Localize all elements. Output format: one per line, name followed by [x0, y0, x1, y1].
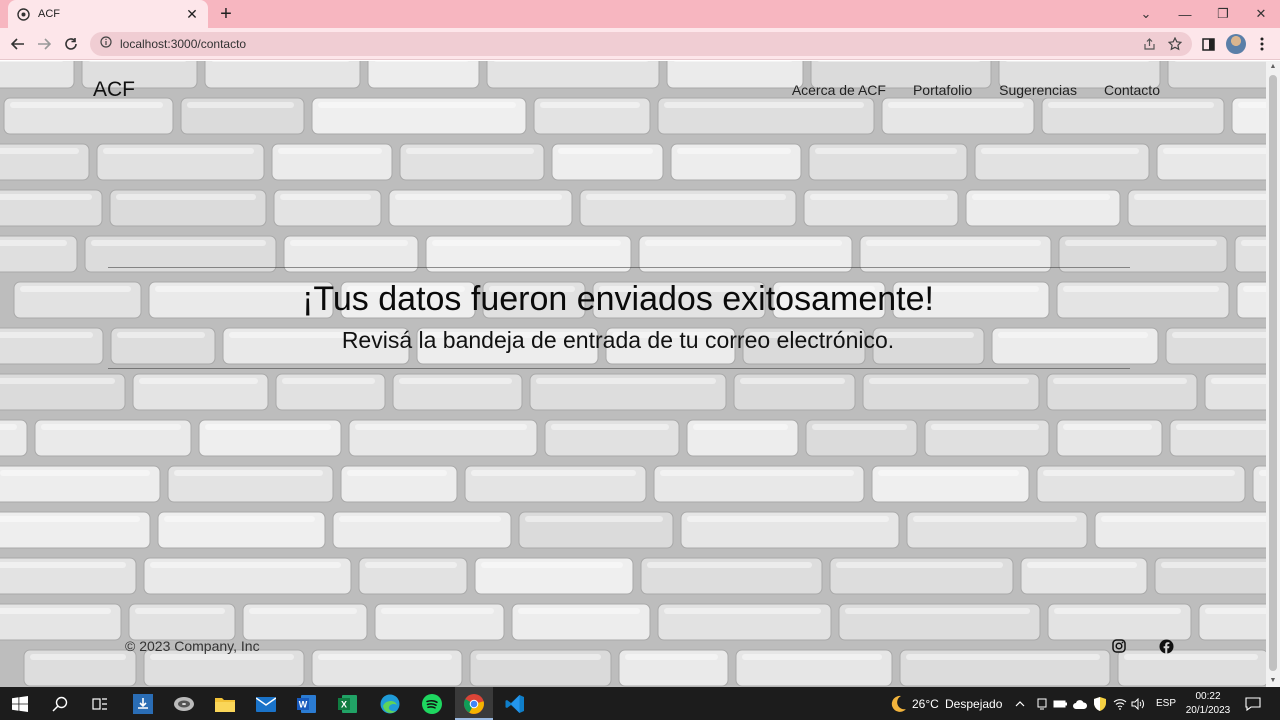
browser-tab[interactable]: ACF ✕ — [8, 0, 208, 28]
browser-menu-icon[interactable] — [1251, 32, 1273, 56]
nav-link-contacto[interactable]: Contacto — [1104, 82, 1160, 98]
search-icon[interactable] — [47, 691, 73, 717]
vscode-icon[interactable] — [502, 691, 528, 717]
brand-logo-text[interactable]: ACF — [93, 78, 135, 102]
profile-avatar[interactable] — [1226, 34, 1246, 54]
site-navbar: ACF Acerca de ACF Portafolio Sugerencias… — [0, 61, 1266, 117]
bookmark-star-icon[interactable] — [1164, 32, 1186, 56]
disk-app-icon[interactable] — [171, 691, 197, 717]
close-window-button[interactable]: ✕ — [1242, 0, 1280, 28]
file-transfer-app-icon[interactable] — [130, 691, 156, 717]
weather-temperature[interactable]: 26°C — [912, 697, 939, 711]
scroll-down-arrow-icon[interactable]: ▼ — [1266, 675, 1280, 687]
weather-moon-icon[interactable] — [885, 691, 911, 717]
scroll-up-arrow-icon[interactable]: ▲ — [1266, 61, 1280, 73]
spotify-icon[interactable] — [419, 691, 445, 717]
success-headline: ¡Tus datos fueron enviados exitosamente! — [302, 280, 934, 318]
tab-favicon-icon — [16, 7, 30, 21]
clock-time: 00:22 — [1195, 691, 1221, 702]
notifications-icon[interactable] — [1240, 691, 1266, 717]
back-button[interactable] — [6, 32, 30, 56]
page-scrollbar[interactable]: ▲ ▼ — [1266, 61, 1280, 687]
nav-link-acerca[interactable]: Acerca de ACF — [792, 82, 886, 98]
url-text: localhost:3000/contacto — [120, 37, 247, 51]
weather-description[interactable]: Despejado — [945, 697, 1002, 711]
windows-taskbar: W X 26°C Despejado ESP 00:22 20/1/2023 — [0, 687, 1280, 720]
success-subline: Revisá la bandeja de entrada de tu corre… — [341, 327, 895, 353]
forward-button[interactable] — [32, 32, 56, 56]
svg-text:X: X — [341, 700, 347, 710]
task-view-icon[interactable] — [87, 691, 113, 717]
mail-icon[interactable] — [253, 691, 279, 717]
tab-title: ACF — [38, 8, 60, 20]
browser-tab-strip: ACF ✕ + ⌄ — ❐ ✕ — [0, 0, 1280, 28]
clock-date: 20/1/2023 — [1185, 705, 1231, 716]
site-info-icon[interactable] — [100, 35, 112, 53]
svg-text:W: W — [299, 700, 308, 710]
instagram-icon[interactable] — [1110, 637, 1128, 655]
share-icon[interactable] — [1138, 32, 1160, 56]
windows-start-icon[interactable] — [7, 691, 33, 717]
tab-close-button[interactable]: ✕ — [184, 6, 200, 23]
tab-search-icon[interactable]: ⌄ — [1127, 0, 1165, 28]
taskbar-clock[interactable]: 00:22 20/1/2023 — [1182, 690, 1234, 718]
divider-top — [108, 267, 1130, 268]
side-panel-icon[interactable] — [1197, 32, 1219, 56]
nav-link-sugerencias[interactable]: Sugerencias — [999, 82, 1077, 98]
new-tab-button[interactable]: + — [216, 3, 236, 25]
reload-button[interactable] — [59, 32, 83, 56]
browser-toolbar: localhost:3000/contacto — [0, 28, 1280, 60]
excel-icon[interactable]: X — [335, 691, 361, 717]
address-bar[interactable]: localhost:3000/contacto — [90, 32, 1192, 56]
minimize-button[interactable]: — — [1166, 0, 1204, 28]
edge-icon[interactable] — [377, 691, 403, 717]
nav-links: Acerca de ACF Portafolio Sugerencias Con… — [792, 82, 1160, 98]
chrome-icon[interactable] — [461, 691, 487, 717]
brick-wall-background — [0, 61, 1266, 687]
page-viewport: ACF Acerca de ACF Portafolio Sugerencias… — [0, 61, 1266, 687]
nav-link-portafolio[interactable]: Portafolio — [913, 82, 972, 98]
volume-icon[interactable] — [1125, 691, 1151, 717]
divider-bottom — [108, 368, 1130, 369]
facebook-icon[interactable] — [1157, 637, 1175, 655]
file-explorer-icon[interactable] — [212, 691, 238, 717]
word-icon[interactable]: W — [294, 691, 320, 717]
footer-copyright: © 2023 Company, Inc — [125, 638, 260, 654]
restore-button[interactable]: ❐ — [1204, 0, 1242, 28]
language-indicator[interactable]: ESP — [1156, 698, 1176, 709]
scrollbar-thumb[interactable] — [1269, 75, 1277, 671]
